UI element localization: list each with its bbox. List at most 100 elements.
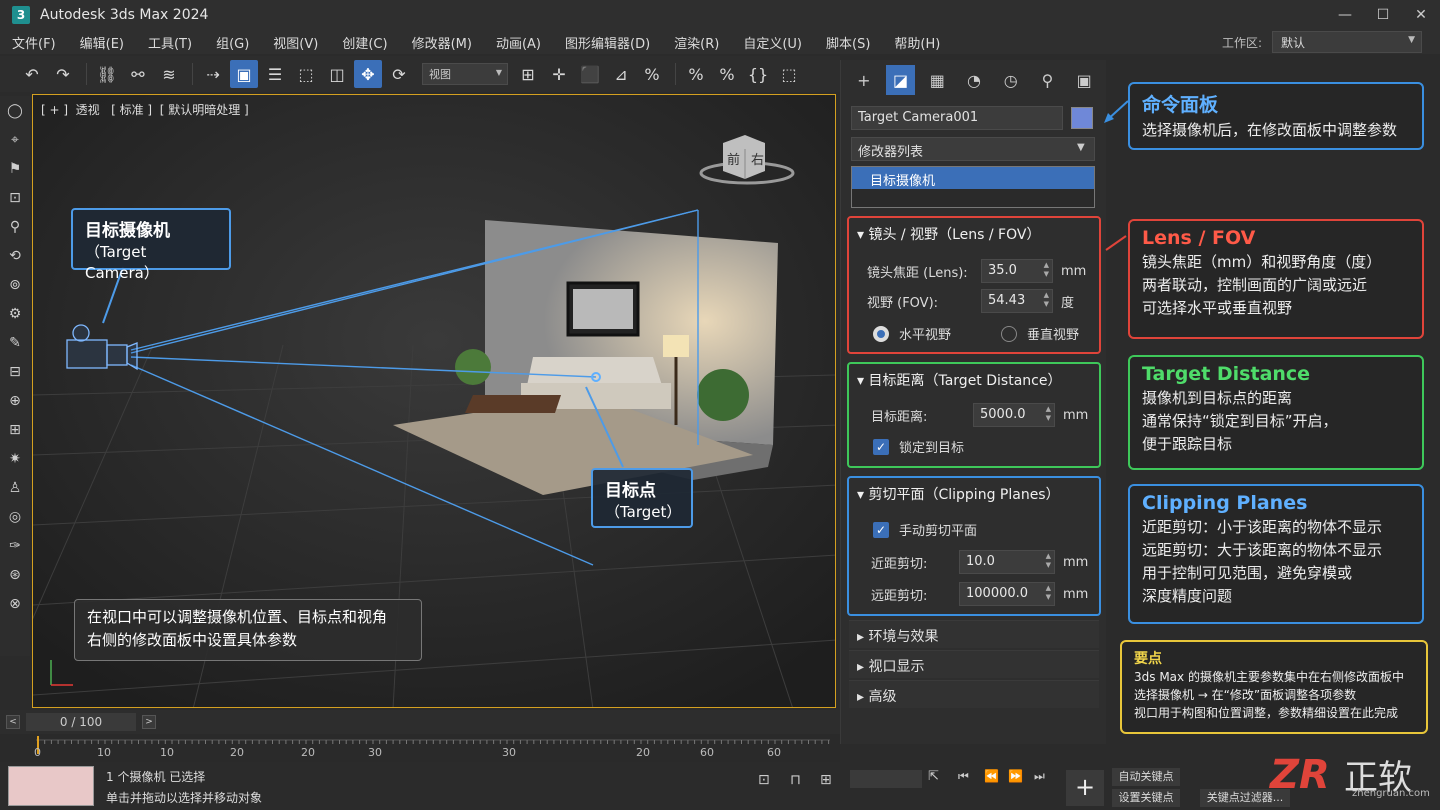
goto-end-icon[interactable]: ⏭ <box>1034 769 1045 784</box>
wrench-icon[interactable]: ✎ <box>0 329 30 357</box>
env-effects-rollout[interactable]: ▸ 环境与效果 <box>849 620 1099 648</box>
time-frame-indicator[interactable]: 0 / 100 <box>26 713 136 731</box>
lock-selection-icon[interactable]: ⊓ <box>790 772 801 788</box>
extra-tab-icon[interactable]: ▣ <box>1069 65 1099 95</box>
menu-modifiers[interactable]: 修改器(M) <box>400 33 484 52</box>
time-prev-button[interactable]: < <box>6 715 20 729</box>
workspace-dropdown[interactable]: 默认 <box>1272 31 1422 53</box>
lens-rollout-title[interactable]: ▾ 镜头 / 视野（Lens / FOV） <box>849 218 1099 250</box>
add-key-button[interactable]: + <box>1066 770 1104 806</box>
grid-icon[interactable]: ⊞ <box>820 772 832 788</box>
lens-spinner[interactable]: 35.0 <box>981 259 1053 283</box>
menu-create[interactable]: 创建(C) <box>330 33 399 52</box>
menu-scripting[interactable]: 脚本(S) <box>814 33 882 52</box>
snap-toggle-icon[interactable]: ⊿ <box>607 60 635 88</box>
near-clip-spinner[interactable]: 10.0 <box>959 550 1055 574</box>
bind-space-warp-icon[interactable]: ≋ <box>155 60 183 88</box>
prev-frame-icon[interactable]: ⏪ <box>984 769 999 783</box>
object-name-field[interactable]: Target Camera001 <box>851 106 1063 130</box>
fov-spinner[interactable]: 54.43 <box>981 289 1053 313</box>
frame-icon[interactable]: ⊟ <box>0 358 30 386</box>
menu-animation[interactable]: 动画(A) <box>484 33 553 52</box>
coordinate-field[interactable] <box>850 770 922 788</box>
viewport-display-rollout[interactable]: ▸ 视口显示 <box>849 650 1099 678</box>
select-object-icon[interactable]: ▣ <box>230 60 258 88</box>
minimize-button[interactable]: — <box>1326 0 1364 30</box>
sphere-icon[interactable]: ◎ <box>0 503 30 531</box>
utilities-tab-icon[interactable]: ⚲ <box>1033 65 1063 95</box>
set-key-button[interactable]: 设置关键点 <box>1112 789 1180 807</box>
target-rollout-title[interactable]: ▾ 目标距离（Target Distance） <box>849 364 1099 396</box>
close-button[interactable]: ✕ <box>1402 0 1440 30</box>
pivot-center-icon[interactable]: ⊞ <box>514 60 542 88</box>
undo-icon[interactable]: ↶ <box>18 60 46 88</box>
select-tool-icon[interactable]: ⌖ <box>0 126 30 154</box>
far-clip-spinner[interactable]: 100000.0 <box>959 582 1055 606</box>
modifier-list-dropdown[interactable]: 修改器列表 <box>851 137 1095 161</box>
spinner-snap-icon[interactable]: % <box>713 60 741 88</box>
menu-graph-editors[interactable]: 图形编辑器(D) <box>553 33 662 52</box>
keyboard-shortcut-icon[interactable]: ⬛ <box>576 60 604 88</box>
scene-icon[interactable]: ⊕ <box>0 387 30 415</box>
angle-snap-icon[interactable]: % <box>638 60 666 88</box>
group-icon[interactable]: ⊞ <box>0 416 30 444</box>
select-move-icon[interactable]: ✥ <box>354 60 382 88</box>
auto-key-button[interactable]: 自动关键点 <box>1112 768 1180 786</box>
viewport-label[interactable]: [ + ] 透视 [ 标准 ] [ 默认明暗处理 ] <box>41 101 249 118</box>
hierarchy-tab-icon[interactable]: ▦ <box>922 65 952 95</box>
display-tab-icon[interactable]: ◷ <box>996 65 1026 95</box>
pen-icon[interactable]: ✑ <box>0 532 30 560</box>
orbit-icon[interactable]: ◯ <box>0 97 30 125</box>
hierarchy-tool-icon[interactable]: ⚲ <box>0 213 30 241</box>
clip-rollout-title[interactable]: ▾ 剪切平面（Clipping Planes） <box>849 478 1099 510</box>
mirror-icon[interactable]: ⬚ <box>775 60 803 88</box>
search-tool-icon[interactable]: ⊛ <box>0 561 30 589</box>
maxscript-listener[interactable] <box>8 766 94 806</box>
key-mode-icon[interactable]: ⇱ <box>928 769 939 784</box>
reference-coord-dropdown[interactable]: 视图 <box>422 63 508 85</box>
select-by-name-icon[interactable]: ☰ <box>261 60 289 88</box>
manipulate-icon[interactable]: ✛ <box>545 60 573 88</box>
isolate-icon[interactable]: ⊡ <box>758 772 770 788</box>
object-color-swatch[interactable] <box>1071 107 1093 129</box>
time-next-button[interactable]: > <box>142 715 156 729</box>
settings-tool-icon[interactable]: ⊗ <box>0 590 30 618</box>
create-tool-icon[interactable]: ⚑ <box>0 155 30 183</box>
menu-edit[interactable]: 编辑(E) <box>68 33 136 52</box>
create-tab-icon[interactable]: + <box>849 65 879 95</box>
stack-item-target-camera[interactable]: 目标摄像机 <box>852 167 1094 189</box>
goto-start-icon[interactable]: ⏮ <box>958 769 969 784</box>
named-selection-icon[interactable]: {} <box>744 60 772 88</box>
viewcube[interactable]: 前 右 <box>699 125 809 185</box>
perspective-viewport[interactable]: [ + ] 透视 [ 标准 ] [ 默认明暗处理 ] 前 右 目标摄像机 （Ta… <box>32 94 836 708</box>
display-tool-icon[interactable]: ⊚ <box>0 271 30 299</box>
link-icon[interactable]: ⛓ <box>93 60 121 88</box>
maximize-button[interactable]: ☐ <box>1364 0 1402 30</box>
lock-target-checkbox[interactable]: ✓ <box>873 438 889 455</box>
radio-vertical[interactable] <box>1001 325 1017 342</box>
percent-snap-icon[interactable]: % <box>682 60 710 88</box>
track-bar[interactable]: 0 10 10 20 20 30 30 20 60 60 <box>0 734 840 762</box>
rect-selection-icon[interactable]: ⬚ <box>292 60 320 88</box>
modify-tab-icon[interactable]: ◪ <box>885 65 916 95</box>
menu-file[interactable]: 文件(F) <box>0 33 68 52</box>
unlink-icon[interactable]: ⚯ <box>124 60 152 88</box>
menu-tools[interactable]: 工具(T) <box>136 33 204 52</box>
camera-tool-icon[interactable]: ⊡ <box>0 184 30 212</box>
manual-clip-checkbox[interactable]: ✓ <box>873 521 889 538</box>
menu-rendering[interactable]: 渲染(R) <box>662 33 731 52</box>
menu-customize[interactable]: 自定义(U) <box>731 33 814 52</box>
window-crossing-icon[interactable]: ◫ <box>323 60 351 88</box>
menu-help[interactable]: 帮助(H) <box>882 33 952 52</box>
light-icon[interactable]: ✷ <box>0 445 30 473</box>
target-distance-spinner[interactable]: 5000.0 <box>973 403 1055 427</box>
selection-filter-icon[interactable]: ⇢ <box>199 60 227 88</box>
figure-icon[interactable]: ♙ <box>0 474 30 502</box>
redo-icon[interactable]: ↷ <box>49 60 77 88</box>
motion-tab-icon[interactable]: ◔ <box>959 65 989 95</box>
motion-tool-icon[interactable]: ⟲ <box>0 242 30 270</box>
play-icon[interactable]: ⏩ <box>1008 769 1023 783</box>
radio-horizontal[interactable] <box>873 325 889 342</box>
menu-views[interactable]: 视图(V) <box>261 33 330 52</box>
select-rotate-icon[interactable]: ⟳ <box>385 60 413 88</box>
